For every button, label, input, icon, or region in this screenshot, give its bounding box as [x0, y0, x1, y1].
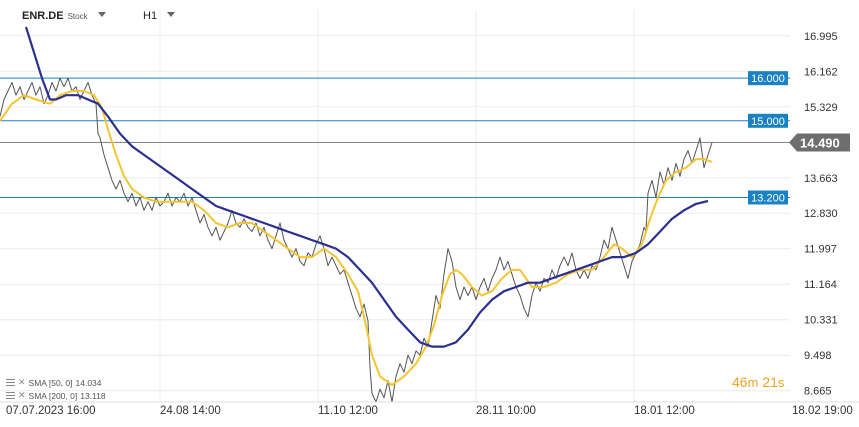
legend-value: 14.034: [75, 377, 102, 388]
legend-sma200[interactable]: ✕ SMA [200, 0] 13.118: [6, 390, 106, 401]
legend-label: SMA [200, 0]: [28, 390, 78, 401]
x-tick-label: 24.08 14:00: [160, 405, 221, 417]
y-tick-label: 16.162: [804, 66, 838, 78]
y-tick-label: 10.331: [804, 315, 838, 327]
candle-countdown: 46m 21s: [732, 374, 784, 390]
sma50-line: [0, 90, 713, 386]
legend-label: SMA [50, 0]: [28, 377, 73, 388]
y-tick-label: 13.663: [804, 173, 838, 185]
level-tag-label: 15.000: [751, 116, 785, 128]
countdown-minutes: 46: [732, 374, 748, 390]
close-icon[interactable]: ✕: [18, 377, 26, 388]
x-tick-label: 11.10 12:00: [318, 405, 378, 417]
menu-icon[interactable]: [6, 379, 15, 386]
x-tick-label: 18.01 12:00: [634, 405, 695, 417]
level-tag-label: 13.200: [751, 192, 785, 204]
menu-icon[interactable]: [6, 392, 15, 399]
price-chart[interactable]: 16.99516.16215.32914.49613.66312.83011.9…: [0, 0, 859, 427]
x-tick-label: 07.07.2023 16:00: [6, 405, 96, 417]
y-tick-label: 11.164: [804, 279, 837, 291]
countdown-seconds-unit: s: [777, 375, 785, 390]
x-tick-label: 18.02 19:00: [792, 405, 853, 417]
legend-sma50[interactable]: ✕ SMA [50, 0] 14.034: [6, 377, 102, 388]
chevron-down-icon: [97, 12, 106, 17]
countdown-minutes-unit: m: [747, 375, 759, 390]
chevron-down-icon: [167, 12, 176, 17]
sma200-line: [24, 26, 709, 348]
countdown-seconds: 21: [762, 374, 778, 390]
series: [0, 26, 713, 403]
symbol-label: ENR.DE: [22, 10, 64, 22]
y-tick-label: 9.498: [804, 350, 832, 362]
legend-value: 13.118: [80, 390, 106, 401]
y-tick-label: 11.997: [804, 244, 837, 256]
x-tick-label: 28.11 10:00: [476, 405, 536, 417]
timeframe-selector[interactable]: H1: [143, 10, 176, 22]
timeframe-label: H1: [143, 10, 158, 22]
chart-panel[interactable]: 16.99516.16215.32914.49613.66312.83011.9…: [0, 0, 859, 427]
y-tick-label: 15.329: [804, 102, 838, 114]
grid: [0, 10, 790, 402]
current-price-label: 14.490: [800, 136, 840, 151]
axes: 16.99516.16215.32914.49613.66312.83011.9…: [0, 31, 859, 417]
instrument-selector[interactable]: ENR.DE Stock: [22, 10, 106, 22]
y-tick-label: 16.995: [804, 31, 838, 43]
instrument-type: Stock: [67, 12, 88, 21]
close-icon[interactable]: ✕: [18, 390, 26, 401]
y-tick-label: 8.665: [804, 386, 832, 398]
level-tag-label: 16.000: [751, 73, 785, 85]
y-tick-label: 12.830: [804, 208, 838, 220]
